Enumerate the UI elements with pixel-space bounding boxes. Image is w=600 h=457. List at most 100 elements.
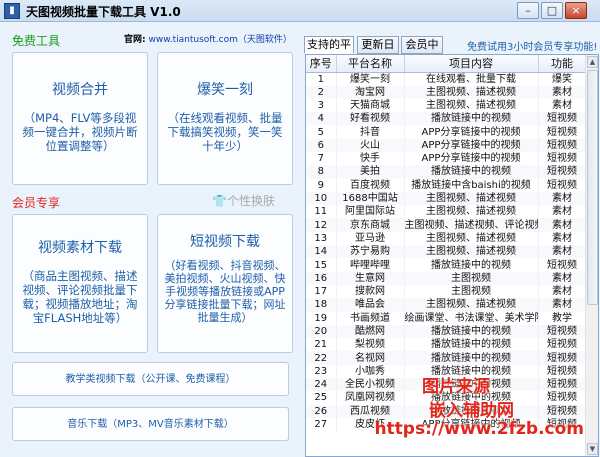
col-content-header[interactable]: 项目内容: [404, 55, 539, 73]
video-merge-desc: （MP4、FLV等多段视频一键合并，视频片断位置调整等）: [22, 111, 138, 153]
row-function: 短视频: [538, 138, 587, 152]
row-platform: 1688中国站: [336, 191, 405, 206]
close-button[interactable]: ×: [565, 2, 587, 19]
trial-promo-link[interactable]: 免费试用3小时会员专享功能!: [467, 38, 597, 53]
table-row[interactable]: 11 阿里国际站 主图视频、描述视频 素材: [306, 205, 587, 219]
col-index-header[interactable]: 序号: [306, 55, 337, 73]
tab-member-center[interactable]: 会员中心: [401, 36, 443, 67]
row-platform: 阿里国际站: [336, 205, 405, 219]
table-row[interactable]: 1 爆笑一刻 在线观看、批量下载 爆笑: [306, 72, 587, 86]
table-row[interactable]: 19 书画频道 绘画课堂、书法课堂、美术学院 教学: [306, 311, 587, 325]
table-row[interactable]: 5 抖音 APP分享链接中的视频 短视频: [306, 125, 587, 139]
row-function: 素材: [538, 245, 587, 259]
row-platform: 梨视频: [336, 338, 405, 352]
row-function: 短视频: [538, 125, 587, 139]
row-content: APP分享链接中的视频: [404, 125, 539, 139]
table-row[interactable]: 2 淘宝网 主图视频、描述视频 素材: [306, 85, 587, 99]
row-function: 素材: [538, 191, 587, 206]
row-content: 播放链接中的视频: [404, 351, 539, 365]
teaching-video-download-button[interactable]: 教学类视频下载（公开课、免费课程）: [12, 362, 289, 396]
watermark-line1: 图片来源: [422, 377, 490, 397]
table-row[interactable]: 21 梨视频 播放链接中的视频 短视频: [306, 338, 587, 352]
row-content: 播放链接中的视频: [404, 258, 539, 272]
row-function: 素材: [538, 231, 587, 246]
row-function: 素材: [538, 98, 587, 113]
table-row[interactable]: 16 生意网 主图视频 素材: [306, 271, 587, 285]
video-merge-button[interactable]: 视频合并 （MP4、FLV等多段视频一键合并，视频片断位置调整等）: [12, 52, 148, 185]
row-content: 主图视频、描述视频: [404, 298, 539, 312]
row-function: 素材: [538, 85, 587, 99]
table-row[interactable]: 17 搜款网 主图视频 素材: [306, 284, 587, 299]
row-content: 播放链接中的视频: [404, 112, 539, 126]
tab-platforms[interactable]: 支持的平台: [304, 36, 354, 67]
row-platform: 百度视频: [336, 178, 405, 192]
title-bar: ▮ 天图视频批量下载工具 V1.0 – □ ×: [0, 0, 600, 22]
table-row[interactable]: 14 苏宁易购 主图视频、描述视频 素材: [306, 245, 587, 259]
row-index: 2: [306, 85, 337, 99]
row-index: 22: [306, 351, 337, 365]
row-platform: 全民小视频: [336, 378, 405, 392]
video-material-desc: （商品主图视频、描述视频、评论视频批量下载；视频播放地址；淘宝FLASH地址等）: [22, 269, 138, 325]
funny-moment-button[interactable]: 爆笑一刻 （在线观看视频、批量下载搞笑视频，笑一笑十年少）: [157, 52, 293, 185]
table-row[interactable]: 12 京东商城 主图视频、描述视频、评论视频 素材: [306, 218, 587, 232]
row-platform: 搜款网: [336, 284, 405, 299]
row-index: 21: [306, 338, 337, 352]
table-row[interactable]: 20 酷燃网 播放链接中的视频 短视频: [306, 324, 587, 339]
table-row[interactable]: 13 亚马逊 主图视频、描述视频 素材: [306, 231, 587, 246]
tab-changelog[interactable]: 更新日志: [357, 36, 399, 67]
col-platform-header[interactable]: 平台名称: [336, 55, 405, 73]
table-scrollbar[interactable]: ▲ ▼: [585, 55, 598, 456]
row-platform: 书画频道: [336, 311, 405, 325]
table-row[interactable]: 15 哔哩哔哩 播放链接中的视频 短视频: [306, 258, 587, 272]
maximize-button[interactable]: □: [541, 2, 563, 19]
video-material-title: 视频素材下载: [38, 240, 122, 256]
row-content: APP分享链接中的视频: [404, 138, 539, 152]
row-content: 主图视频: [404, 284, 539, 299]
music-download-button[interactable]: 音乐下载（MP3、MV音乐素材下载）: [12, 407, 289, 441]
table-row[interactable]: 6 火山 APP分享链接中的视频 短视频: [306, 138, 587, 152]
table-row[interactable]: 4 好看视频 播放链接中的视频 短视频: [306, 112, 587, 126]
short-video-title: 短视频下载: [190, 234, 260, 250]
row-index: 10: [306, 191, 337, 206]
table-row[interactable]: 10 1688中国站 主图视频、描述视频 素材: [306, 191, 587, 206]
row-function: 爆笑: [538, 72, 587, 86]
scroll-thumb[interactable]: [587, 70, 598, 305]
video-material-download-button[interactable]: 视频素材下载 （商品主图视频、描述视频、评论视频批量下载；视频播放地址；淘宝FL…: [12, 214, 148, 353]
scroll-down-arrow-icon[interactable]: ▼: [587, 443, 598, 455]
row-function: 教学: [538, 311, 587, 325]
row-content: 主图视频、描述视频: [404, 191, 539, 206]
col-function-header[interactable]: 功能: [538, 55, 587, 73]
scroll-up-arrow-icon[interactable]: ▲: [587, 56, 598, 68]
site-url-link[interactable]: www.tiantusoft.com（天图软件）: [148, 35, 291, 45]
row-platform: 苏宁易购: [336, 245, 405, 259]
table-row[interactable]: 8 美拍 播放链接中的视频 短视频: [306, 165, 587, 179]
skin-switch[interactable]: 👕个性换肤: [212, 192, 275, 209]
row-index: 13: [306, 231, 337, 246]
table-row[interactable]: 22 名视网 播放链接中的视频 短视频: [306, 351, 587, 365]
table-row[interactable]: 18 唯品会 主图视频、描述视频 素材: [306, 298, 587, 312]
row-platform: 爆笑一刻: [336, 72, 405, 86]
tshirt-icon: 👕: [212, 194, 227, 208]
row-platform: 凤凰网视频: [336, 391, 405, 405]
row-platform: 美拍: [336, 165, 405, 179]
table-row[interactable]: 9 百度视频 播放链接中含baishi的视频 短视频: [306, 178, 587, 192]
row-index: 24: [306, 378, 337, 392]
row-function: 短视频: [538, 378, 587, 392]
row-platform: 快手: [336, 151, 405, 166]
row-platform: 酷燃网: [336, 324, 405, 339]
row-platform: 西瓜视频: [336, 404, 405, 418]
row-index: 9: [306, 178, 337, 192]
row-index: 20: [306, 324, 337, 339]
table-row[interactable]: 7 快手 APP分享链接中的视频 短视频: [306, 151, 587, 166]
table-row[interactable]: 3 天猫商城 主图视频、描述视频 素材: [306, 98, 587, 113]
short-video-download-button[interactable]: 短视频下载 （好看视频、抖音视频、美拍视频、火山视频、快手视频等播放链接或APP…: [157, 214, 293, 353]
video-merge-title: 视频合并: [52, 82, 108, 98]
row-content: 主图视频、描述视频、评论视频: [404, 218, 539, 232]
row-content: 主图视频、描述视频: [404, 231, 539, 246]
row-content: 主图视频、描述视频: [404, 98, 539, 113]
row-index: 14: [306, 245, 337, 259]
minimize-button[interactable]: –: [517, 2, 539, 19]
row-platform: 名视网: [336, 351, 405, 365]
row-index: 17: [306, 284, 337, 299]
row-index: 6: [306, 138, 337, 152]
